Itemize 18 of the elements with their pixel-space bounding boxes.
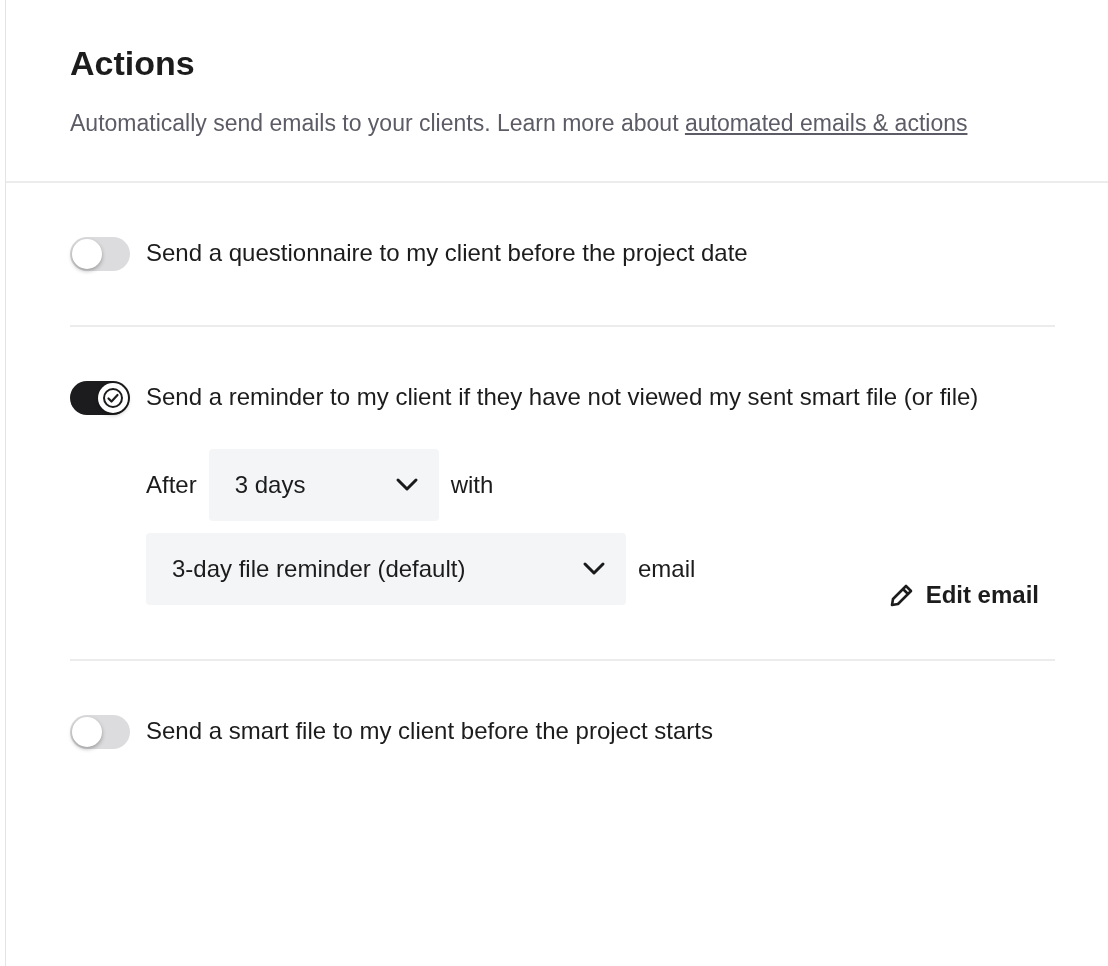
edit-email-button[interactable]: Edit email [887, 581, 1055, 609]
chevron-down-icon [394, 477, 419, 493]
toggle-switch[interactable] [70, 381, 130, 415]
toggle-switch[interactable] [70, 715, 130, 749]
template-dropdown[interactable]: 3-day file reminder (default) [146, 533, 626, 605]
action-label: Send a reminder to my client if they have not viewed my sent smart file (or file) [146, 382, 979, 412]
section-description: Automatically send emails to your clients. Learn more about automated emails & actions [70, 109, 969, 138]
chevron-down-icon [582, 561, 606, 577]
help-link[interactable]: automated emails & actions [684, 110, 968, 136]
action-label: Send a smart file to my client before the project starts [146, 716, 713, 746]
section-title: Actions [70, 44, 196, 83]
checkmark-icon [102, 387, 124, 409]
toggle-switch[interactable] [70, 237, 130, 271]
with-label: with [450, 471, 494, 499]
email-label: email [638, 555, 696, 583]
action-label: Send a questionnaire to my client before the project date [146, 238, 748, 268]
after-label: After [146, 471, 197, 499]
delay-dropdown[interactable]: 3 days [208, 449, 439, 521]
